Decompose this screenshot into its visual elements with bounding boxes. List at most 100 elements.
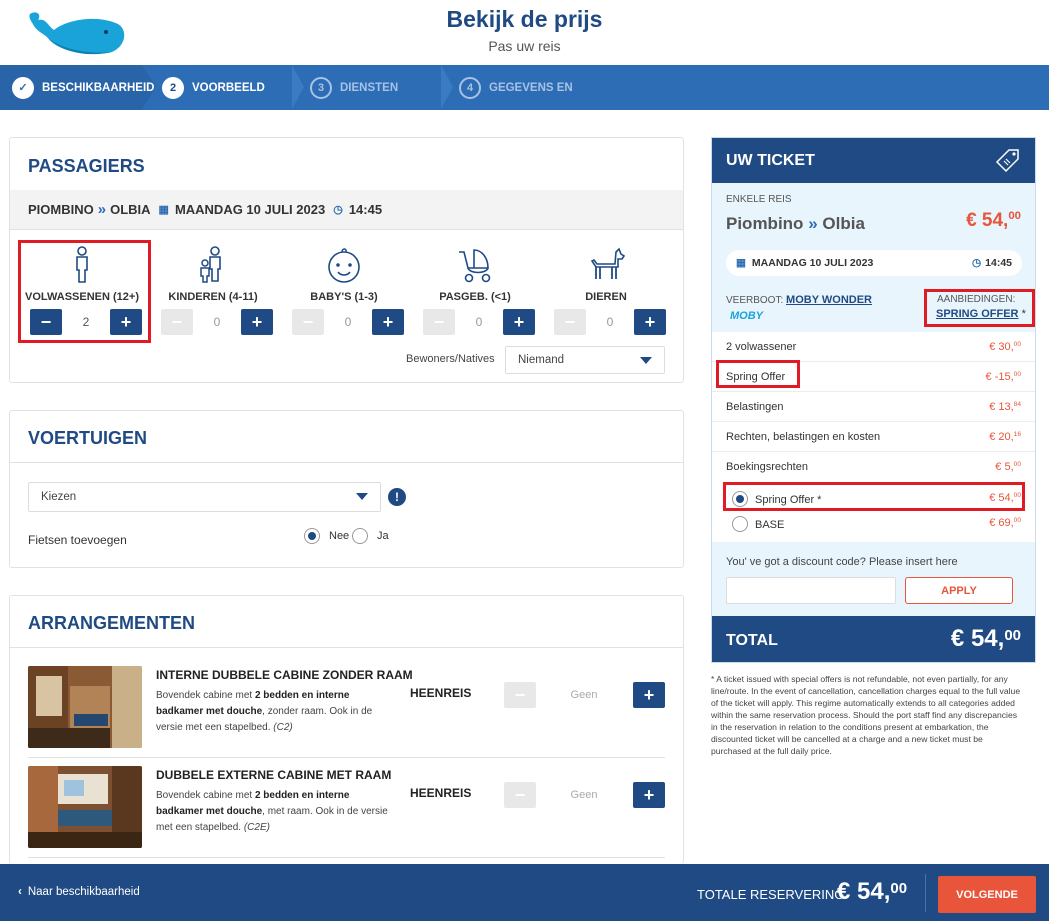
highlight-box: [18, 240, 151, 343]
arrangement-count[interactable]: Geen: [538, 782, 630, 808]
passenger-type-label: DIEREN: [585, 291, 627, 303]
discount-code-input[interactable]: [726, 577, 896, 604]
route-summary: PIOMBINO » OLBIA ▦ MAANDAG 10 JULI 2023 …: [10, 190, 683, 230]
arrangement-description: Bovendek cabine met 2 bedden en interne …: [156, 790, 388, 833]
bikes-yes-radio[interactable]: [352, 528, 368, 544]
step-number: 4: [459, 76, 481, 99]
dog-icon: [546, 246, 666, 286]
fare-option-radio[interactable]: [732, 516, 748, 532]
page-header: Bekijk de prijs Pas uw reis: [0, 0, 1049, 65]
divider: [10, 462, 683, 463]
ticket-to: Olbia: [822, 214, 865, 233]
check-icon: ✓: [12, 76, 34, 99]
route-time: 14:45: [348, 202, 383, 217]
animals-count[interactable]: 0: [586, 309, 634, 335]
newborns-count[interactable]: 0: [455, 309, 503, 335]
step-label: BESCHIKBAARHEID: [42, 81, 155, 94]
increase-arrangement-button[interactable]: +: [633, 682, 665, 708]
cabin-photo: [28, 666, 142, 748]
fare-option-price: € 69,00: [989, 517, 1021, 529]
decrease-children-button[interactable]: −: [161, 309, 193, 335]
arrangement-count[interactable]: Geen: [538, 682, 630, 708]
offer-disclaimer: * A ticket issued with special offers is…: [711, 674, 1021, 756]
line-item: 2 volwassener € 30,00: [712, 332, 1035, 362]
arrangements-title: ARRANGEMENTEN: [28, 613, 196, 633]
stroller-icon: [415, 246, 535, 286]
next-button[interactable]: VOLGENDE: [938, 876, 1036, 913]
child-icon: [153, 246, 273, 286]
increase-newborns-button[interactable]: +: [503, 309, 535, 335]
babies-count[interactable]: 0: [324, 309, 372, 335]
back-to-availability-link[interactable]: ‹ Naar beschikbaarheid: [18, 886, 140, 898]
ticket-date-pill: ▦ MAANDAG 10 JULI 2023 ◷ 14:45: [726, 250, 1022, 276]
ticket-title: UW TICKET: [726, 152, 815, 169]
newborns-stepper: − 0 +: [423, 309, 535, 335]
apply-button[interactable]: APPLY: [905, 577, 1013, 604]
arrangement-item: INTERNE DUBBELE CABINE ZONDER RAAM Boven…: [28, 658, 665, 758]
decrease-newborns-button[interactable]: −: [423, 309, 455, 335]
increase-arrangement-button[interactable]: +: [633, 782, 665, 808]
chevron-left-icon: ‹: [18, 886, 22, 898]
line-item: Belastingen € 13,84: [712, 392, 1035, 422]
line-item: Boekingsrechten € 5,00: [726, 461, 1021, 473]
discount-label: You' ve got a discount code? Please inse…: [726, 556, 958, 568]
total-label: TOTAL: [726, 632, 778, 649]
bikes-yes-label: Ja: [377, 530, 389, 542]
step-preview[interactable]: 2 VOORBEELD: [162, 65, 265, 110]
passenger-newborns: PASGEB. (<1) − 0 +: [415, 242, 535, 340]
highlight-box: [716, 360, 800, 388]
fare-option-label: BASE: [755, 519, 785, 531]
vehicle-select[interactable]: Kiezen: [28, 482, 381, 512]
passenger-animals: DIEREN − 0 +: [546, 242, 666, 340]
step-availability[interactable]: ✓ BESCHIKBAARHEID: [12, 65, 154, 110]
ticket-total: TOTAL € 54,00: [712, 616, 1035, 662]
progress-stepbar: ✓ BESCHIKBAARHEID 2 VOORBEELD 3 DIENSTEN…: [0, 65, 1049, 110]
bikes-no-radio[interactable]: [304, 528, 320, 544]
cabin-photo: [28, 766, 142, 848]
children-count[interactable]: 0: [193, 309, 241, 335]
vehicles-card: VOERTUIGEN Kiezen ! Fietsen toevoegen Ne…: [9, 410, 684, 568]
arrangement-description: Bovendek cabine met 2 bedden en interne …: [156, 690, 373, 733]
clock-icon: ◷: [333, 204, 343, 216]
ferry-name-link[interactable]: MOBY WONDER: [786, 294, 872, 306]
increase-animals-button[interactable]: +: [634, 309, 666, 335]
ticket-date: MAANDAG 10 JULI 2023: [751, 257, 874, 269]
step-chevron: [292, 65, 304, 109]
step-number: 2: [162, 76, 184, 99]
increase-babies-button[interactable]: +: [372, 309, 404, 335]
total-amount: € 54,00: [950, 625, 1021, 652]
ferry-label: VEERBOOT: MOBY WONDER: [726, 294, 872, 306]
residents-label: Bewoners/Natives: [406, 353, 495, 365]
ticket-time: 14:45: [985, 257, 1012, 269]
increase-children-button[interactable]: +: [241, 309, 273, 335]
divider: [10, 647, 683, 648]
step-label: DIENSTEN: [340, 81, 399, 94]
arrangement-title: DUBBELE EXTERNE CABINE MET RAAM: [156, 768, 392, 782]
footer-total-amount: € 54,00: [837, 878, 908, 905]
arrangement-title: INTERNE DUBBELE CABINE ZONDER RAAM: [156, 668, 413, 682]
arrangements-card: ARRANGEMENTEN INTERNE DUBBELE CABINE ZON…: [9, 595, 684, 864]
animals-stepper: − 0 +: [554, 309, 666, 335]
passenger-type-label: PASGEB. (<1): [439, 291, 511, 303]
highlight-box: [924, 289, 1035, 327]
ticket-route: Piombino » Olbia: [726, 214, 865, 234]
residents-select[interactable]: Niemand: [505, 346, 665, 374]
double-chevron-icon: »: [808, 214, 818, 233]
trip-type: ENKELE REIS: [726, 194, 792, 205]
moby-logo: MOBY: [730, 310, 763, 322]
route-to: OLBIA: [110, 202, 151, 217]
decrease-babies-button[interactable]: −: [292, 309, 324, 335]
info-icon[interactable]: !: [388, 488, 406, 506]
decrease-animals-button[interactable]: −: [554, 309, 586, 335]
passengers-title: PASSAGIERS: [28, 156, 145, 176]
step-services: 3 DIENSTEN: [310, 65, 398, 110]
passenger-type-label: KINDEREN (4-11): [168, 291, 258, 303]
decrease-arrangement-button[interactable]: −: [504, 682, 536, 708]
divider: [28, 857, 665, 858]
calendar-icon: ▦: [158, 204, 169, 216]
decrease-arrangement-button[interactable]: −: [504, 782, 536, 808]
footer-total-label: TOTALE RESERVERING: [697, 887, 845, 902]
step-number: 3: [310, 76, 332, 99]
calendar-icon: ▦: [736, 257, 746, 269]
vehicles-title: VOERTUIGEN: [28, 428, 148, 448]
